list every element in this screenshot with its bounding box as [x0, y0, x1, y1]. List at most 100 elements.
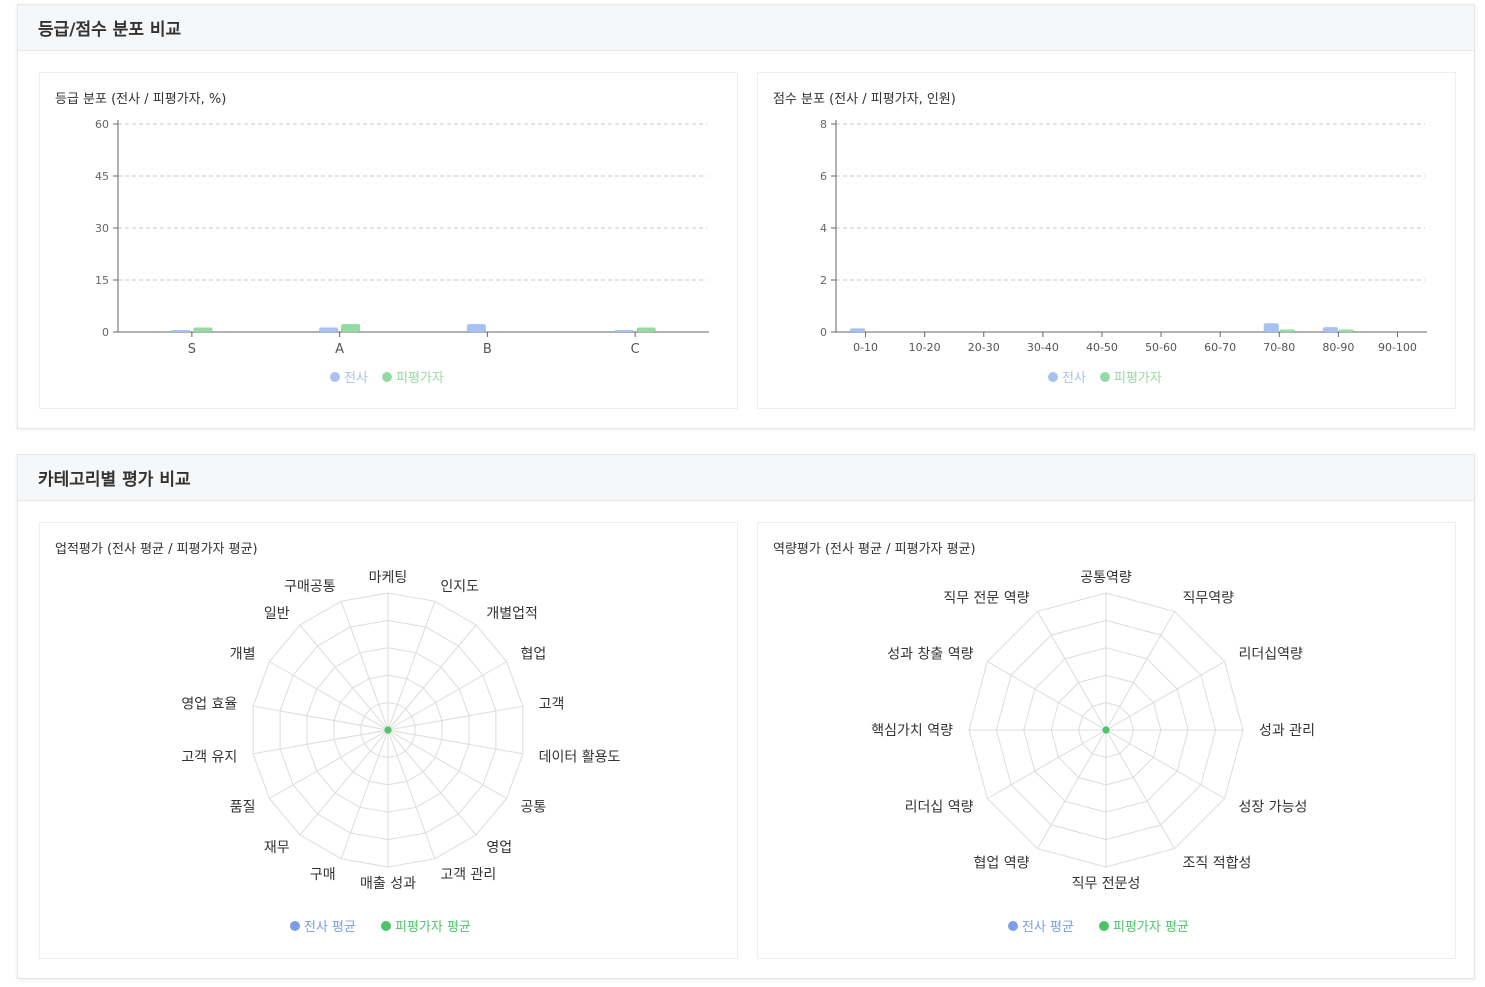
legend-label: 전사 평균 [304, 920, 356, 935]
legend-label: 피평가자 [1114, 371, 1162, 386]
legend-marker [381, 921, 391, 931]
legend-label: 피평가자 평균 [395, 920, 471, 935]
category-section: 카테고리별 평가 비교 업적평가 (전사 평균 / 피평가자 평균) 마케팅 인지… [17, 454, 1475, 979]
y-tick-label: 4 [820, 222, 827, 235]
radar-axis-label: 협업 역량 [974, 856, 1030, 872]
radar-axis-label: 개별업적 [486, 606, 538, 622]
x-tick-label: 90-100 [1378, 341, 1417, 354]
bar-evaluatee [1338, 329, 1354, 332]
grade-distribution-card: 등급 분포 (전사 / 피평가자, %) 0 15 30 45 60 S A B C 전사 피평가자 [39, 72, 738, 409]
radar-axis-label: 공통역량 [1080, 570, 1132, 586]
bar-company [319, 327, 339, 332]
bar-evaluatee [193, 327, 213, 332]
radar-axis-label: 성과 창출 역량 [887, 647, 973, 663]
radar-axis-label: 구매공통 [284, 579, 336, 595]
bar-evaluatee [636, 327, 656, 332]
bar-evaluatee [1279, 329, 1295, 332]
radar-axis-label: 구매 [310, 867, 336, 883]
radar-spoke [340, 601, 389, 731]
x-tick-label: 0-10 [853, 341, 878, 354]
score-distribution-card: 점수 분포 (전사 / 피평가자, 인원) 0 2 4 6 8 0-10 10-20 20-3… [757, 72, 1456, 409]
legend-marker [1100, 372, 1110, 382]
radar-axis-label: 협업 [521, 647, 547, 663]
y-tick-label: 0 [102, 326, 109, 339]
radar-axis-label: 성장 가능성 [1239, 800, 1308, 816]
y-tick-label: 15 [95, 274, 109, 287]
y-tick-label: 60 [95, 118, 109, 131]
legend-label: 피평가자 [396, 371, 444, 386]
x-tick-label: 20-30 [968, 341, 1000, 354]
section-title: 카테고리별 평가 비교 [38, 470, 191, 490]
radar-spoke [340, 729, 389, 859]
y-tick-label: 2 [820, 274, 827, 287]
legend-label: 전사 [344, 371, 368, 386]
radar-axis-label: 품질 [230, 800, 256, 816]
radar-axis-label: 마케팅 [369, 570, 408, 586]
x-tick-label: 10-20 [909, 341, 941, 354]
competency-radar-card: 역량평가 (전사 평균 / 피평가자 평균) 공통역량 직무역량 리더십역량 성과 관… [757, 522, 1456, 959]
legend-marker [1099, 921, 1109, 931]
bar-evaluatee [341, 324, 361, 332]
radar-axis-label: 인지도 [440, 579, 479, 595]
radar-axis-label: 개별 [230, 647, 256, 663]
performance-radar-card: 업적평가 (전사 평균 / 피평가자 평균) 마케팅 인지도 개별업적 협업 고객 데이터… [39, 522, 738, 959]
x-tick-label: S [188, 342, 196, 357]
radar-axis-label: 성과 관리 [1259, 723, 1315, 739]
x-tick-label: 70-80 [1263, 341, 1295, 354]
grade-score-section: 등급/점수 분포 비교 등급 분포 (전사 / 피평가자, %) 0 15 30 45… [17, 4, 1475, 429]
legend-marker [290, 921, 300, 931]
radar-axis-label: 일반 [264, 606, 290, 622]
radar-axis-label: 재무 [264, 840, 290, 856]
legend-label: 전사 평균 [1022, 920, 1074, 935]
radar-axis-label: 핵심가치 역량 [871, 723, 953, 739]
y-tick-label: 0 [820, 326, 827, 339]
bar-company [1263, 323, 1279, 332]
bar-company [1322, 327, 1338, 332]
legend-marker [1008, 921, 1018, 931]
y-tick-label: 6 [820, 170, 827, 183]
radar-axis-label: 고객 관리 [440, 867, 496, 883]
x-tick-label: C [631, 342, 640, 357]
radar-axis-label: 리더십 역량 [905, 800, 974, 816]
section-header: 카테고리별 평가 비교 [18, 455, 1474, 501]
radar-spoke [387, 729, 436, 859]
radar-axis-label: 공통 [521, 800, 547, 816]
legend-marker [330, 372, 340, 382]
radar-point [384, 726, 392, 734]
score-distribution-chart: 0 2 4 6 8 0-10 10-20 20-30 30-40 40-50 50-60 60-70 7… [820, 118, 1427, 386]
radar-axis-label: 직무 전문 역량 [943, 590, 1029, 606]
radar-axis-label: 데이터 활용도 [539, 750, 621, 766]
radar-axis-label: 조직 적합성 [1183, 856, 1252, 872]
bar-company [850, 328, 866, 332]
radar-axis-label: 직무 전문성 [1072, 876, 1141, 892]
x-tick-label: 50-60 [1145, 341, 1177, 354]
bar-company [466, 324, 486, 332]
x-tick-label: 60-70 [1204, 341, 1236, 354]
grade-distribution-chart: 0 15 30 45 60 S A B C 전사 피평가자 [95, 118, 709, 386]
x-tick-label: 30-40 [1027, 341, 1059, 354]
radar-axis-label: 리더십역량 [1239, 647, 1304, 663]
section-header: 등급/점수 분포 비교 [18, 5, 1474, 51]
performance-radar-chart: 마케팅인지도개별업적협업고객데이터 활용도공통영업고객 관리매출 성과 구매 재무 품… [181, 570, 621, 935]
radar-axis-label: 직무역량 [1183, 590, 1235, 606]
legend-label: 전사 [1062, 371, 1086, 386]
legend-label: 피평가자 평균 [1113, 920, 1189, 935]
legend-marker [1048, 372, 1058, 382]
radar-spoke [387, 601, 436, 731]
x-tick-label: 80-90 [1322, 341, 1354, 354]
radar-axis-label: 영업 효율 [181, 696, 237, 712]
legend-marker [382, 372, 392, 382]
x-tick-label: 40-50 [1086, 341, 1118, 354]
y-tick-label: 30 [95, 222, 109, 235]
bar-company [171, 329, 191, 332]
radar-point [1102, 726, 1110, 734]
y-tick-label: 45 [95, 170, 109, 183]
radar-axis-label: 영업 [486, 840, 512, 856]
bar-company [614, 329, 634, 332]
x-tick-label: A [335, 342, 344, 357]
section-title: 등급/점수 분포 비교 [38, 20, 182, 40]
x-tick-label: B [483, 342, 492, 357]
radar-axis-label: 고객 [539, 696, 565, 712]
y-tick-label: 8 [820, 118, 827, 131]
radar-axis-label: 고객 유지 [181, 750, 237, 766]
